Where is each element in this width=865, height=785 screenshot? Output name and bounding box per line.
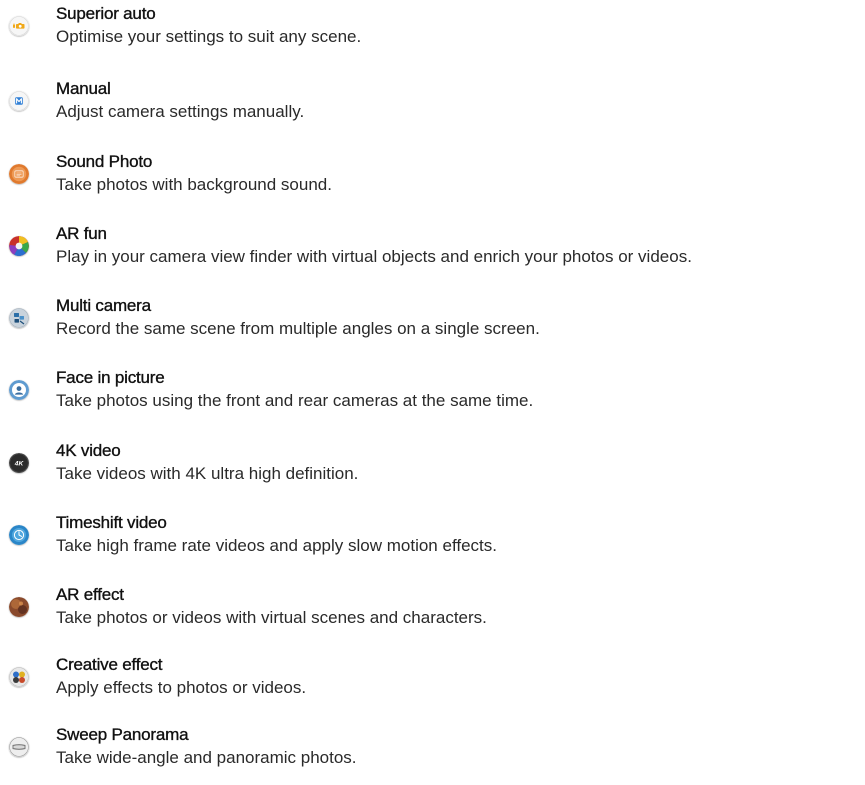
- mode-description: Take photos with background sound.: [56, 175, 332, 194]
- sound-photo-icon: [9, 164, 29, 184]
- mode-description: Apply effects to photos or videos.: [56, 678, 307, 697]
- mode-title: Sound Photo: [56, 152, 153, 171]
- mode-title: Manual: [56, 79, 111, 98]
- mode-title: 4K video: [56, 441, 121, 460]
- mode-item-superior-auto: Superior auto Optimise your settings to …: [0, 4, 865, 64]
- sweep-panorama-icon: [9, 737, 29, 757]
- mode-title: AR effect: [56, 585, 124, 604]
- mode-title: Multi camera: [56, 296, 151, 315]
- mode-title: Timeshift video: [56, 513, 167, 532]
- mode-description: Take photos or videos with virtual scene…: [56, 608, 487, 627]
- mode-item-4k-video: 4K 4K video Take videos with 4K ultra hi…: [0, 441, 865, 501]
- mode-description: Take high frame rate videos and apply sl…: [56, 536, 497, 555]
- mode-description: Take photos using the front and rear cam…: [56, 391, 534, 410]
- mode-description: Play in your camera view finder with vir…: [56, 247, 692, 266]
- superior-auto-camera-icon: [9, 16, 29, 36]
- timeshift-video-icon: [9, 525, 29, 545]
- mode-title: Superior auto: [56, 4, 156, 23]
- mode-item-sweep-panorama: Sweep Panorama Take wide-angle and panor…: [0, 725, 865, 785]
- mode-title: AR fun: [56, 224, 107, 243]
- mode-item-sound-photo: Sound Photo Take photos with background …: [0, 152, 865, 212]
- mode-item-ar-fun: AR fun Play in your camera view finder w…: [0, 224, 865, 284]
- mode-description: Take videos with 4K ultra high definitio…: [56, 464, 359, 483]
- mode-item-timeshift-video: Timeshift video Take high frame rate vid…: [0, 513, 865, 573]
- mode-description: Adjust camera settings manually.: [56, 102, 305, 121]
- mode-item-creative-effect: Creative effect Apply effects to photos …: [0, 655, 865, 715]
- multi-camera-icon: [9, 308, 29, 328]
- ar-effect-icon: [9, 597, 29, 617]
- face-in-picture-icon: [9, 380, 29, 400]
- mode-item-ar-effect: AR effect Take photos or videos with vir…: [0, 585, 865, 645]
- mode-description: Take wide-angle and panoramic photos.: [56, 748, 357, 767]
- mode-item-face-in-picture: Face in picture Take photos using the fr…: [0, 368, 865, 428]
- 4k-icon-label: 4K: [14, 460, 25, 467]
- ar-fun-icon: [9, 236, 29, 256]
- mode-description: Record the same scene from multiple angl…: [56, 319, 540, 338]
- mode-item-multi-camera: Multi camera Record the same scene from …: [0, 296, 865, 356]
- mode-description: Optimise your settings to suit any scene…: [56, 27, 362, 46]
- creative-effect-icon: [9, 667, 29, 687]
- mode-title: Sweep Panorama: [56, 725, 189, 744]
- mode-item-manual: Manual Adjust camera settings manually.: [0, 79, 865, 139]
- 4k-video-icon: 4K: [9, 453, 29, 473]
- manual-m-icon: [9, 91, 29, 111]
- mode-title: Creative effect: [56, 655, 163, 674]
- mode-title: Face in picture: [56, 368, 165, 387]
